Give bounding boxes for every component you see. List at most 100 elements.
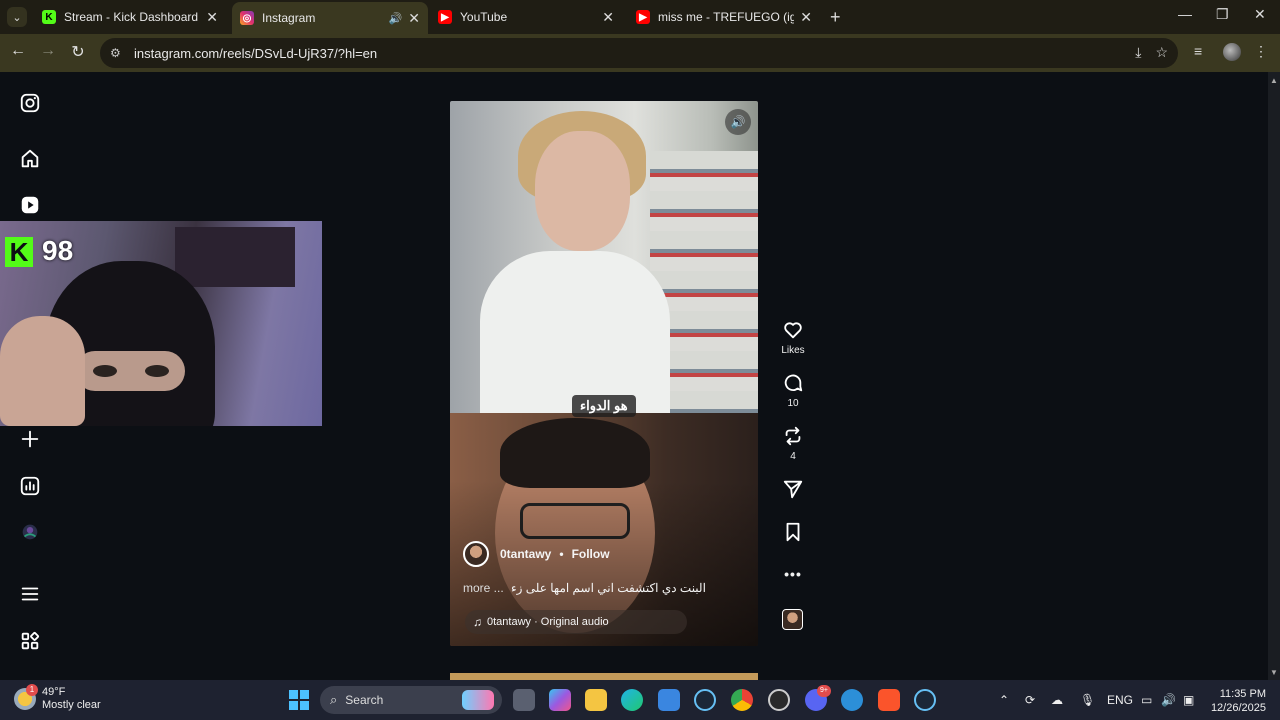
tab-search-button[interactable]: ⌄ [7,7,27,27]
instagram-logo-icon[interactable] [19,92,41,114]
streamer-eyes [75,351,185,391]
taskbar-search[interactable]: ⌕ Search [320,686,502,714]
scroll-down-icon[interactable]: ▼ [1270,668,1278,677]
brave-icon[interactable] [878,689,900,711]
tab-kick-dashboard[interactable]: K Stream - Kick Dashboard ✕ [34,2,226,32]
webcam-overlay: K 98 [0,221,322,426]
likes-label: Likes [781,345,805,356]
reels-icon[interactable] [19,194,41,216]
steam-icon[interactable] [914,689,936,711]
profile-avatar[interactable] [1223,43,1241,61]
description-text: البنت دي اكتشفت اني اسم امها على زء [511,581,706,595]
restore-icon[interactable]: ❐ [1216,6,1229,23]
also-from-meta-icon[interactable] [19,630,41,652]
start-button[interactable] [289,690,309,710]
volume-icon[interactable]: 🔊 [1161,693,1176,707]
page-scrollbar[interactable]: ▲ ▼ [1268,72,1280,680]
comment-button[interactable]: 10 [776,372,810,409]
like-button[interactable]: Likes [776,319,810,356]
weather-desc: Mostly clear [42,699,101,711]
author-username[interactable]: 0tantawy [500,547,551,561]
scroll-up-icon[interactable]: ▲ [1270,76,1278,85]
tab-title: Instagram [262,11,316,25]
youtube-icon: ▶ [438,10,452,24]
reel-description[interactable]: more ... البنت دي اكتشفت اني اسم امها عل… [463,581,706,595]
address-bar[interactable]: ⚙ instagram.com/reels/DSvLd-UjR37/?hl=en… [100,38,1178,68]
profile-icon[interactable] [19,521,41,543]
clock[interactable]: 11:35 PM 12/26/2025 [1210,687,1266,715]
language-indicator[interactable]: ENG [1107,693,1133,707]
reel-video[interactable]: 🔊 هو الدواء 0tantawy • Follow more ... ا… [450,101,758,646]
audio-avatar[interactable] [782,609,803,630]
youtube-icon: ▶ [636,10,650,24]
install-app-icon[interactable]: ⤓ [1135,44,1141,61]
close-tab-icon[interactable]: ✕ [408,10,420,27]
speaker-icon[interactable]: 🔊 [389,12,403,25]
overlay-number: 98 [42,235,74,266]
tab-instagram[interactable]: ◎ Instagram 🔊 ✕ [232,2,428,34]
weather-temp: 49°F [42,686,66,698]
tab-youtube[interactable]: ▶ YouTube ✕ [430,2,622,32]
battery-icon[interactable]: ▣ [1183,693,1194,707]
bookmark-icon [786,522,800,542]
search-label: Search [345,693,384,707]
separator-dot: • [559,547,564,561]
close-tab-icon[interactable]: ✕ [206,9,218,26]
bookmark-star-icon[interactable]: ☆ [1155,44,1168,61]
store-icon[interactable] [658,689,680,711]
site-info-icon[interactable]: ⚙ [110,46,126,60]
close-tab-icon[interactable]: ✕ [800,9,812,26]
more-dots-icon: ••• [784,566,802,582]
comment-icon [784,374,803,392]
search-icon: ⌕ [330,692,338,707]
author-avatar[interactable] [463,541,489,567]
file-explorer-icon[interactable] [585,689,607,711]
follow-button[interactable]: Follow [572,547,610,561]
more-menu-icon[interactable] [19,583,41,605]
weather-icon: 1 [14,684,38,710]
clock-date: 12/26/2025 [1210,702,1266,714]
more-link[interactable]: more ... [463,581,504,595]
browser-icon[interactable] [841,689,863,711]
chrome-icon[interactable] [731,689,753,711]
next-reel-preview[interactable] [450,673,758,680]
kick-badge: K [5,237,33,267]
sync-icon[interactable]: ⟳ [1025,693,1035,707]
task-view-icon[interactable] [513,689,535,711]
onedrive-icon[interactable]: ☁ [1051,693,1063,707]
audio-pill[interactable]: ♫ 0tantawy · Original audio [465,610,687,634]
minimize-icon[interactable]: — [1178,6,1192,22]
window-close-icon[interactable]: ✕ [1254,6,1266,23]
menu-icon[interactable]: ⋮ [1254,43,1268,60]
forward-icon[interactable]: → [38,42,58,60]
copilot-icon[interactable] [549,689,571,711]
close-tab-icon[interactable]: ✕ [602,9,614,26]
back-icon[interactable]: ← [8,42,28,60]
obs-icon[interactable] [768,689,790,711]
instagram-icon: ◎ [240,11,254,25]
browser-toolbar: ← → ↻ ⚙ instagram.com/reels/DSvLd-UjR37/… [0,34,1280,72]
share-button[interactable] [776,478,810,504]
create-icon[interactable] [19,428,41,450]
send-icon [783,480,803,499]
dashboard-icon[interactable] [19,475,41,497]
reel-author: 0tantawy • Follow [463,541,610,567]
clock-time: 11:35 PM [1219,688,1266,700]
media-control-icon[interactable]: ≡ [1194,43,1202,59]
steam-icon[interactable] [694,689,716,711]
home-icon[interactable] [19,148,41,170]
more-options-button[interactable]: ••• [776,566,810,582]
repost-button[interactable]: 4 [776,425,810,462]
network-icon[interactable]: ▭ [1141,693,1152,707]
tab-youtube-music[interactable]: ▶ miss me - TREFUEGO (ig: ismok ✕ [628,2,820,32]
tray-overflow-icon[interactable]: ⌃ [999,693,1009,707]
mute-toggle-icon[interactable]: 🔊 [725,109,751,135]
repost-icon [785,426,801,446]
microphone-icon[interactable]: 🎙 [1080,693,1095,707]
new-tab-button[interactable]: + [830,7,841,28]
weather-widget[interactable]: 1 49°F Mostly clear [14,684,101,712]
edge-icon[interactable] [621,689,643,711]
audio-label: 0tantawy · Original audio [487,616,609,628]
reload-icon[interactable]: ↻ [68,42,88,62]
save-button[interactable] [776,521,810,547]
